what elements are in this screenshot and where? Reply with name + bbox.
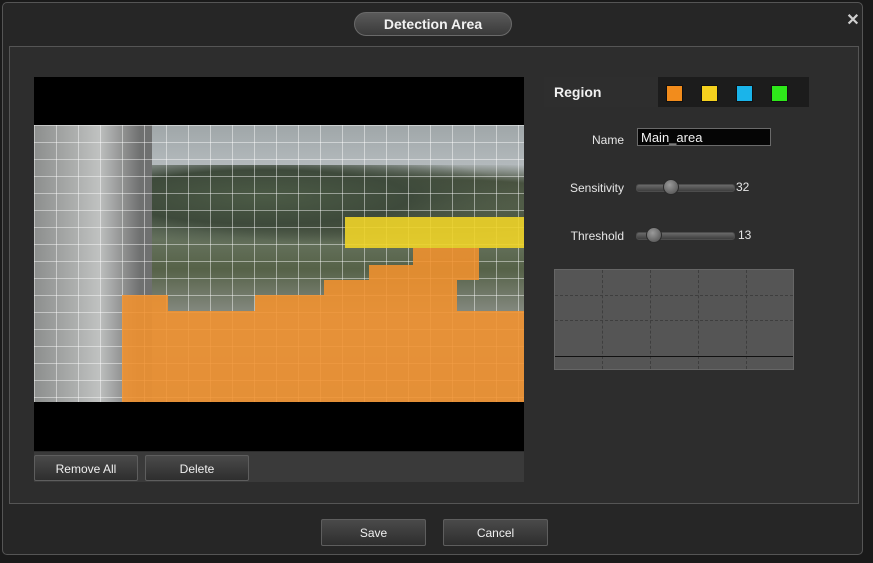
detection-zone-orange (122, 295, 168, 311)
region-label: Region (544, 77, 658, 107)
graph-gridline (555, 320, 793, 321)
region-swatch-yellow[interactable] (701, 85, 718, 102)
motion-level-graph (554, 269, 794, 370)
detection-zone-orange (369, 265, 479, 280)
threshold-label: Threshold (570, 229, 624, 243)
region-swatch-orange[interactable] (666, 85, 683, 102)
dialog-title: Detection Area (354, 12, 512, 36)
remove-all-button[interactable]: Remove All (34, 455, 138, 481)
camera-frame[interactable] (34, 125, 524, 402)
detection-zone-orange (122, 311, 524, 402)
sensitivity-value: 32 (736, 180, 750, 194)
delete-button[interactable]: Delete (145, 455, 249, 481)
threshold-value: 13 (738, 228, 752, 242)
region-swatch-blue[interactable] (736, 85, 753, 102)
sensitivity-slider-thumb[interactable] (663, 179, 679, 195)
threshold-slider-thumb[interactable] (646, 227, 662, 243)
region-swatch-green[interactable] (771, 85, 788, 102)
graph-threshold-line (555, 356, 793, 357)
sensitivity-slider[interactable] (636, 184, 735, 192)
cancel-button[interactable]: Cancel (443, 519, 548, 546)
detection-zone-yellow (345, 217, 524, 248)
close-icon[interactable]: ✕ (843, 11, 863, 31)
graph-gridline (555, 295, 793, 296)
region-selector: Region (544, 77, 809, 107)
video-preview (34, 77, 524, 451)
detection-zone-orange (413, 248, 479, 265)
detection-zone-orange (324, 280, 457, 295)
save-button[interactable]: Save (321, 519, 426, 546)
sensitivity-label: Sensitivity (569, 181, 624, 195)
name-label: Name (591, 133, 624, 147)
name-field[interactable] (637, 128, 771, 146)
detection-zone-orange (255, 295, 457, 311)
